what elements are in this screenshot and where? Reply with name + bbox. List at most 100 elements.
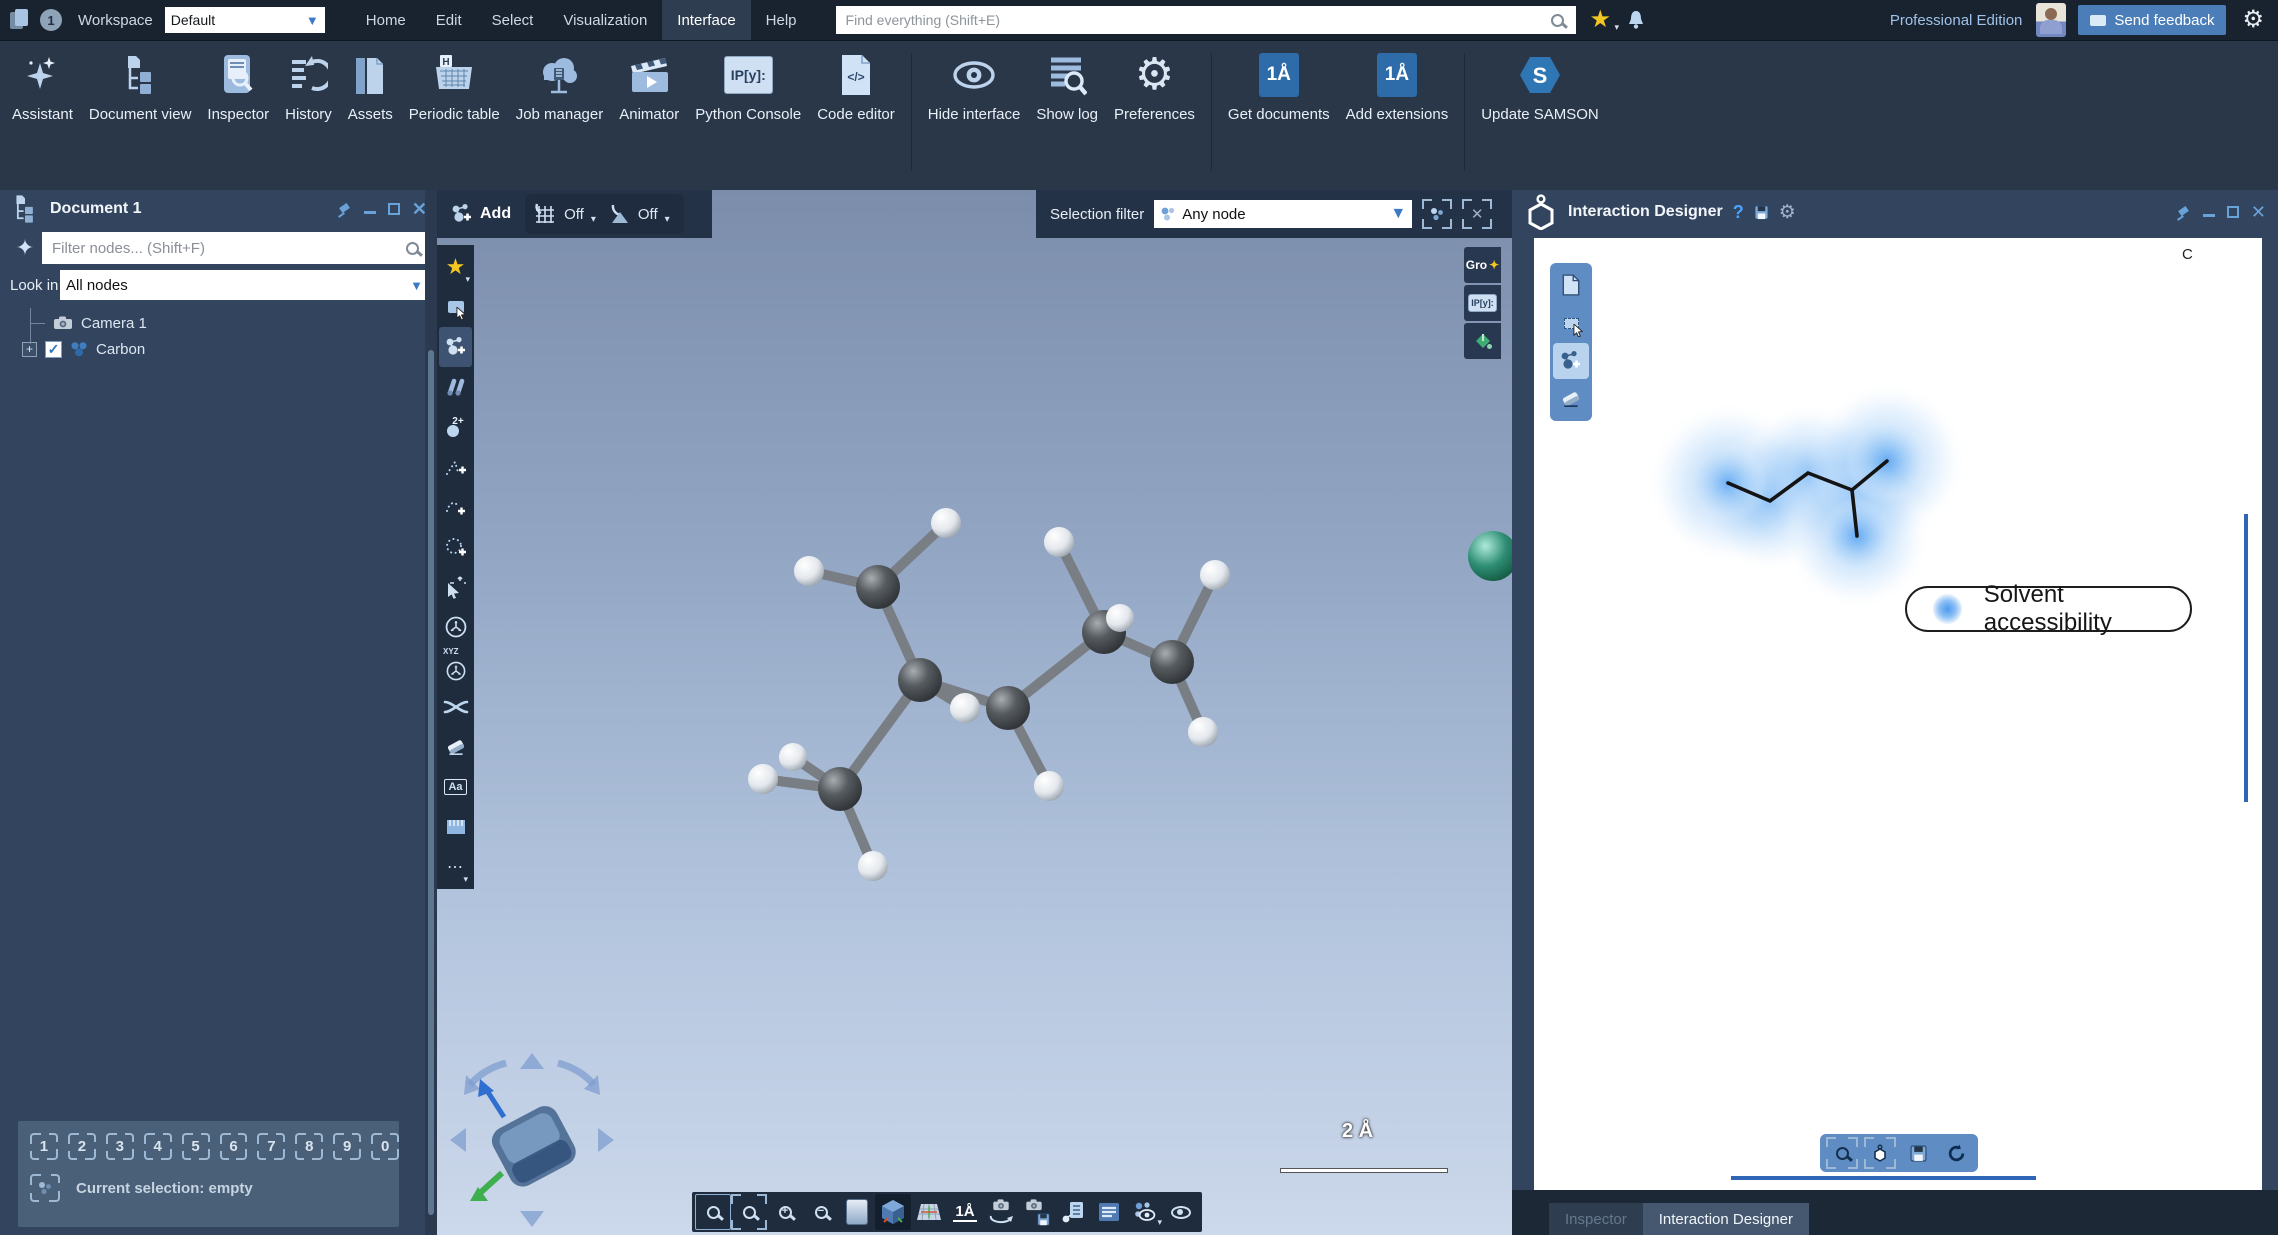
presets-star-button[interactable]: ★▾	[439, 247, 472, 287]
bond-tool-button[interactable]	[439, 367, 472, 407]
more-tools-button[interactable]: ⋯▾	[439, 847, 472, 887]
visibility-eye-button[interactable]	[1163, 1194, 1199, 1230]
vertical-scrollbar[interactable]	[2244, 514, 2248, 802]
tree-row-camera[interactable]: Camera 1	[10, 310, 437, 336]
menu-visualization[interactable]: Visualization	[548, 0, 662, 40]
filter-search-icon[interactable]	[406, 242, 419, 255]
orientation-cube-button[interactable]	[875, 1194, 911, 1230]
designer-add-atoms-button[interactable]	[1553, 343, 1589, 379]
ribbon-preferences[interactable]: ⚙ Preferences	[1114, 51, 1195, 123]
pin-icon[interactable]	[338, 202, 352, 216]
measure-tool-button[interactable]	[439, 807, 472, 847]
chevron-down-icon[interactable]: ▾	[665, 214, 670, 225]
help-button[interactable]: ?	[1733, 202, 1744, 223]
carbon-atoms[interactable]	[818, 565, 1194, 811]
molecule-sketch[interactable]	[1594, 318, 2154, 738]
designer-eraser-button[interactable]	[1553, 381, 1589, 417]
workspace-select[interactable]: Default ▼	[165, 7, 325, 33]
maximize-icon[interactable]	[2227, 206, 2239, 218]
horizontal-scrollbar[interactable]	[1731, 1176, 2036, 1180]
add-atoms-tool-button[interactable]	[439, 327, 472, 367]
tree-node-label[interactable]: Camera 1	[81, 315, 147, 332]
grid-snap-icon[interactable]	[533, 202, 559, 226]
camera-orbit-button[interactable]	[983, 1194, 1019, 1230]
select-tool-button[interactable]	[439, 287, 472, 327]
ribbon-inspector[interactable]: Inspector	[207, 51, 269, 123]
snapshot-button[interactable]	[1019, 1194, 1055, 1230]
quick-slot[interactable]: 9	[333, 1133, 361, 1160]
ribbon-document-view[interactable]: Document view	[89, 51, 192, 123]
send-feedback-button[interactable]: Send feedback	[2078, 5, 2226, 35]
search-input[interactable]	[836, 12, 1551, 28]
group-button[interactable]: Gro✦	[1464, 247, 1501, 283]
angle-snap-icon[interactable]	[607, 202, 633, 226]
quick-slot[interactable]: 7	[257, 1133, 285, 1160]
rotate-xyz-tool-button[interactable]: XYZ	[439, 647, 472, 687]
selection-filter-select[interactable]: Any node ▼	[1154, 200, 1412, 228]
menu-select[interactable]: Select	[477, 0, 549, 40]
favorites-star-icon[interactable]: ★▾	[1590, 8, 1612, 32]
settings-gear-icon[interactable]: ⚙	[2242, 8, 2264, 32]
quick-slot[interactable]: 6	[220, 1133, 248, 1160]
ribbon-assistant[interactable]: Assistant	[12, 51, 73, 123]
quick-slot[interactable]: 5	[182, 1133, 210, 1160]
ribbon-code-editor[interactable]: </> Code editor	[817, 51, 895, 123]
solvent-accessibility-legend[interactable]: Solvent accessibility	[1905, 586, 2192, 632]
eraser-tool-button[interactable]	[439, 727, 472, 767]
viewport-3d[interactable]: Add Off ▾ Off ▾ Selection filter Any nod…	[437, 190, 1512, 1235]
chevron-down-icon[interactable]: ▾	[591, 214, 596, 225]
curve-tool-button[interactable]	[439, 487, 472, 527]
pin-icon[interactable]	[2177, 205, 2191, 219]
ring-tool-button[interactable]	[439, 527, 472, 567]
maximize-icon[interactable]	[388, 203, 400, 215]
grid-snap-state[interactable]: Off	[564, 206, 584, 223]
tree-row-carbon[interactable]: + ✓ Carbon	[10, 336, 437, 362]
label-tool-button[interactable]: Aa	[439, 767, 472, 807]
minimize-icon[interactable]	[364, 211, 376, 214]
twist-tool-button[interactable]	[439, 687, 472, 727]
minimize-icon[interactable]	[2203, 214, 2215, 217]
global-search[interactable]	[836, 6, 1576, 34]
ribbon-show-log[interactable]: Show log	[1036, 51, 1098, 123]
visibility-checkbox[interactable]: ✓	[45, 341, 62, 358]
green-atom-sphere[interactable]	[1468, 531, 1512, 581]
designer-select-button[interactable]	[1553, 305, 1589, 341]
ribbon-animator[interactable]: Animator	[619, 51, 679, 123]
chain-tool-button[interactable]	[439, 447, 472, 487]
node-filter[interactable]	[42, 232, 429, 264]
look-in-select[interactable]: All nodes ▼	[60, 270, 429, 300]
designer-fit-molecule-button[interactable]	[1864, 1137, 1896, 1169]
filter-assistant-icon[interactable]: ✦	[8, 235, 42, 261]
zoom-out-button[interactable]: −	[803, 1194, 839, 1230]
charge-tool-button[interactable]: 2+	[439, 407, 472, 447]
save-icon[interactable]	[1754, 205, 1769, 220]
ruler-scale-button[interactable]: 1Å	[947, 1194, 983, 1230]
new-sketch-button[interactable]	[1553, 267, 1589, 303]
documents-icon[interactable]	[10, 9, 30, 31]
close-icon[interactable]: ✕	[2251, 203, 2266, 221]
designer-reset-button[interactable]	[1940, 1137, 1972, 1169]
zoom-fit-button[interactable]	[695, 1194, 731, 1230]
rotate-tool-button[interactable]	[439, 607, 472, 647]
annotation-button[interactable]	[1055, 1194, 1091, 1230]
ribbon-update-samson[interactable]: S Update SAMSON	[1481, 51, 1599, 123]
designer-canvas[interactable]: C	[1534, 238, 2262, 1190]
clear-filter-button[interactable]: ✕	[1462, 199, 1492, 229]
zoom-selection-button[interactable]	[731, 1194, 767, 1230]
search-icon[interactable]	[1551, 14, 1564, 27]
ribbon-add-extensions[interactable]: 1Å Add extensions	[1346, 51, 1449, 123]
left-panel-scrollbar[interactable]	[425, 190, 437, 1235]
text-overlay-button[interactable]	[1091, 1194, 1127, 1230]
quick-slot[interactable]: 3	[106, 1133, 134, 1160]
quick-slot[interactable]: 2	[68, 1133, 96, 1160]
ribbon-job-manager[interactable]: Job manager	[516, 51, 604, 123]
current-selection-icon[interactable]	[30, 1174, 60, 1202]
tree-node-label[interactable]: Carbon	[96, 341, 145, 358]
user-avatar[interactable]	[2036, 3, 2066, 37]
ribbon-periodic-table[interactable]: H Periodic table	[409, 51, 500, 123]
navigation-gizmo[interactable]	[442, 1045, 622, 1235]
menu-edit[interactable]: Edit	[421, 0, 477, 40]
designer-settings-gear-icon[interactable]: ⚙	[1779, 203, 1796, 222]
ribbon-get-documents[interactable]: 1Å Get documents	[1228, 51, 1330, 123]
node-visibility-button[interactable]: ▾	[1127, 1194, 1163, 1230]
